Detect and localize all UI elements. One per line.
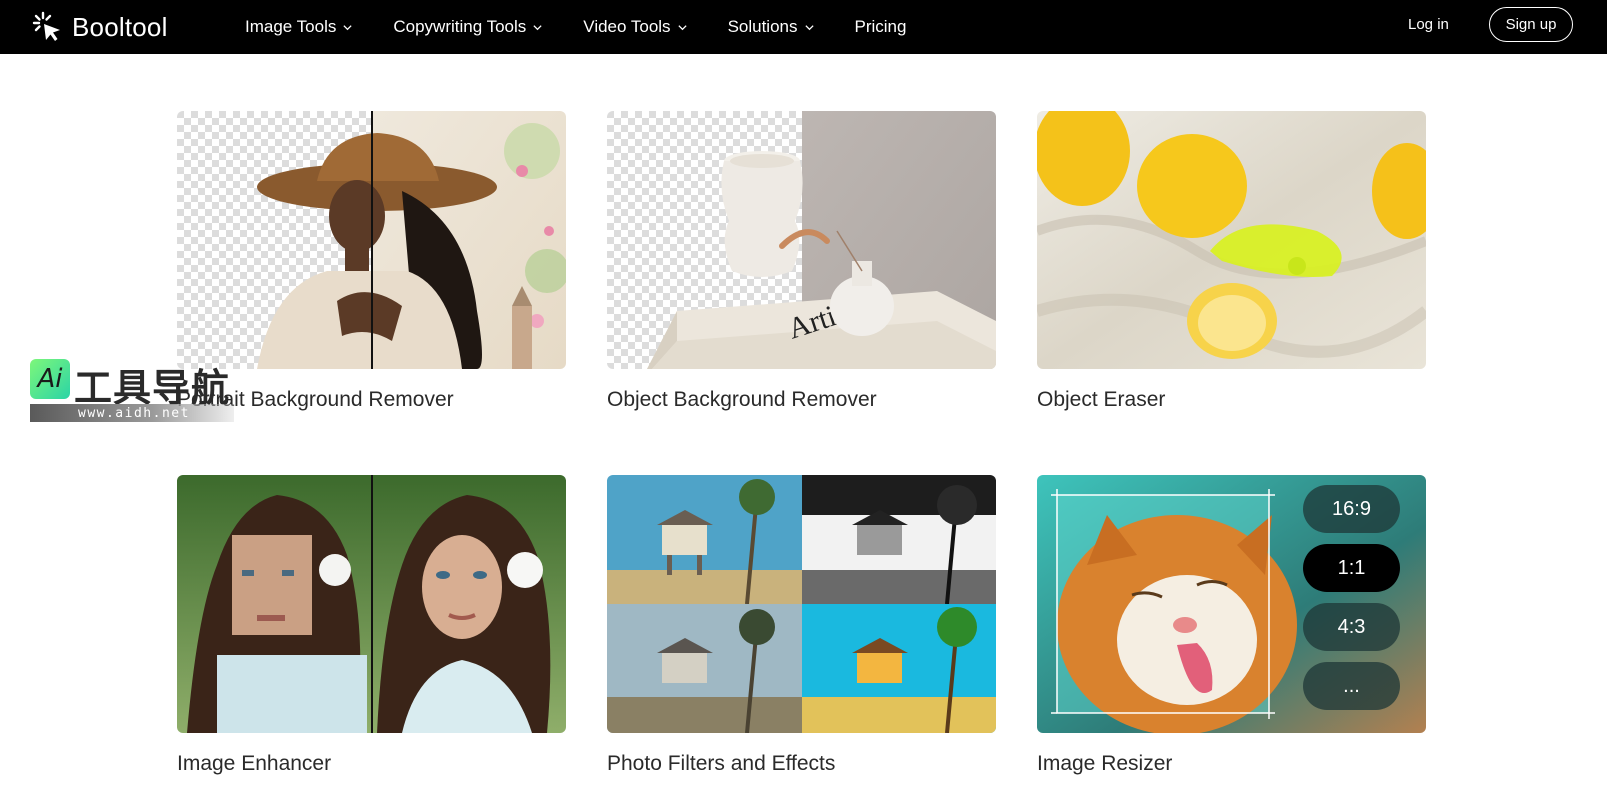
chevron-down-icon <box>533 24 542 30</box>
top-navigation-bar: Booltool Image Tools Copywriting Tools V… <box>0 0 1607 54</box>
brand-name: Booltool <box>72 11 168 42</box>
ratio-option-more[interactable]: ... <box>1303 662 1400 710</box>
nav-image-tools[interactable]: Image Tools <box>245 17 353 37</box>
tool-title: Object Eraser <box>1037 388 1166 411</box>
nav-video-tools[interactable]: Video Tools <box>583 17 687 37</box>
nav-label: Pricing <box>854 17 907 36</box>
image-enhancer-image <box>177 475 566 733</box>
object-background-remover-image: Artist <box>607 111 996 369</box>
tool-card-photo-filters-and-effects[interactable]: Photo Filters and Effects <box>607 475 996 775</box>
tool-title: Photo Filters and Effects <box>607 752 836 775</box>
tool-card-object-background-remover[interactable]: Artist Object Background Remover <box>607 111 996 411</box>
portrait-preview-graphic <box>177 111 566 369</box>
tool-card-image-resizer[interactable]: 16:9 1:1 4:3 ... Image Resizer <box>1037 475 1426 775</box>
chevron-down-icon <box>343 24 352 30</box>
watermark-url: www.aidh.net <box>30 404 234 422</box>
eraser-preview-graphic <box>1037 111 1426 369</box>
nav-copywriting-tools[interactable]: Copywriting Tools <box>393 17 543 37</box>
tool-card-image-enhancer[interactable]: Image Enhancer <box>177 475 566 775</box>
tool-card-object-eraser[interactable]: Object Eraser <box>1037 111 1426 411</box>
filters-preview-graphic <box>607 475 996 733</box>
cursor-click-icon <box>32 11 60 41</box>
enhancer-preview-graphic <box>177 475 566 733</box>
brand-logo[interactable]: Booltool <box>30 9 168 45</box>
chevron-down-icon <box>677 24 687 30</box>
chevron-down-icon <box>804 24 814 30</box>
login-link[interactable]: Log in <box>1408 16 1449 33</box>
tool-card-portrait-background-remover[interactable]: Portrait Background Remover <box>177 111 566 411</box>
aidh-watermark: Ai 工具导航 www.aidh.net <box>30 359 234 423</box>
ratio-option-16-9[interactable]: 16:9 <box>1303 485 1400 533</box>
signup-button[interactable]: Sign up <box>1489 7 1573 42</box>
ratio-option-1-1[interactable]: 1:1 <box>1303 544 1400 592</box>
nav-label: Image Tools <box>245 17 337 36</box>
photo-filters-image <box>607 475 996 733</box>
image-resizer-image: 16:9 1:1 4:3 ... <box>1037 475 1426 733</box>
main-nav: Image Tools Copywriting Tools Video Tool… <box>245 0 946 54</box>
nav-label: Solutions <box>727 17 798 36</box>
object-preview-graphic: Artist <box>607 111 996 369</box>
tool-title: Image Enhancer <box>177 752 332 775</box>
portrait-background-remover-image <box>177 111 566 369</box>
watermark-logo: Ai <box>30 359 70 399</box>
object-eraser-image <box>1037 111 1426 369</box>
nav-pricing[interactable]: Pricing <box>855 17 907 37</box>
nav-label: Video Tools <box>583 17 671 36</box>
tool-title: Object Background Remover <box>607 388 877 411</box>
tool-title: Image Resizer <box>1037 752 1173 775</box>
nav-label: Copywriting Tools <box>393 17 527 36</box>
nav-solutions[interactable]: Solutions <box>728 17 815 37</box>
ratio-option-4-3[interactable]: 4:3 <box>1303 603 1400 651</box>
